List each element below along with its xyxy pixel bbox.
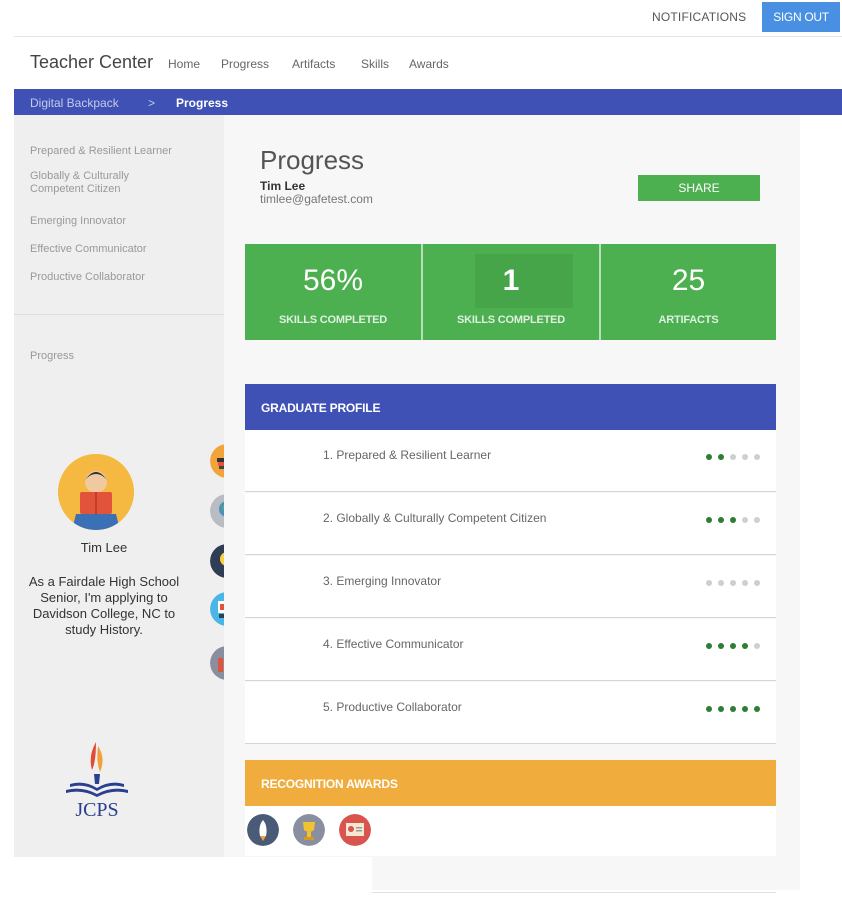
level-dots [706, 454, 760, 460]
list-item[interactable]: 2. Globally & Culturally Competent Citiz… [245, 493, 776, 555]
sidebar-item-prepared[interactable]: Prepared & Resilient Learner [30, 145, 200, 158]
sidebar-item-innovator[interactable]: Emerging Innovator [30, 215, 200, 228]
page-title: Progress [260, 145, 365, 175]
level-dot-filled [718, 643, 724, 649]
recognition-awards-header: RECOGNITION AWARDS [245, 760, 776, 806]
level-dots [706, 580, 760, 586]
breadcrumb [14, 89, 842, 115]
profile-item-label: 5. Productive Collaborator [323, 700, 462, 714]
level-dot-filled [730, 517, 736, 523]
level-dot-filled [730, 643, 736, 649]
level-dot-filled [706, 706, 712, 712]
sign-out-button[interactable]: SIGN OUT [762, 2, 840, 32]
nav-home[interactable]: Home [168, 57, 200, 71]
page-background [0, 857, 372, 921]
breadcrumb-current: Progress [176, 96, 229, 110]
stat-value: 56% [302, 264, 364, 297]
student-name: Tim Lee [80, 540, 128, 555]
nav-progress[interactable]: Progress [221, 57, 269, 71]
level-dot-empty [754, 454, 760, 460]
profile-item-label: 4. Effective Communicator [323, 637, 464, 651]
level-dot-filled [718, 706, 724, 712]
nav-awards[interactable]: Awards [409, 57, 449, 71]
list-item[interactable]: 3. Emerging Innovator [245, 556, 776, 618]
level-dots [706, 643, 760, 649]
rocket-award-icon[interactable] [247, 814, 279, 846]
share-button[interactable]: SHARE [638, 175, 760, 201]
level-dot-filled [706, 517, 712, 523]
logo-text: JCPS [75, 799, 118, 820]
level-dot-empty [718, 580, 724, 586]
stat-skills-percent: 56% SKILLS COMPLETED [245, 244, 421, 340]
level-dot-filled [754, 706, 760, 712]
stat-label: ARTIFACTS [658, 314, 719, 326]
level-dot-empty [754, 580, 760, 586]
stats-panel: 56% SKILLS COMPLETED 1 SKILLS COMPLETED … [245, 244, 776, 340]
level-dot-empty [706, 580, 712, 586]
certificate-award-icon[interactable] [339, 814, 371, 846]
level-dot-filled [706, 643, 712, 649]
list-item[interactable]: 5. Productive Collaborator [245, 682, 776, 744]
sidebar-item-communicator[interactable]: Effective Communicator [30, 243, 200, 256]
level-dot-empty [730, 454, 736, 460]
level-dots [706, 517, 760, 523]
jcps-logo: JCPS [62, 740, 132, 821]
profile-email: timlee@gafetest.com [260, 192, 373, 206]
level-dot-empty [742, 580, 748, 586]
profile-item-label: 2. Globally & Culturally Competent Citiz… [323, 511, 547, 525]
level-dot-empty [742, 517, 748, 523]
profile-item-label: 1. Prepared & Resilient Learner [323, 448, 492, 462]
profile-name: Tim Lee [260, 179, 306, 193]
notifications-link[interactable]: NOTIFICATIONS [652, 10, 746, 24]
sidebar-item-progress[interactable]: Progress [30, 350, 200, 363]
nav-artifacts[interactable]: Artifacts [292, 57, 335, 71]
stat-label: SKILLS COMPLETED [456, 314, 566, 326]
level-dot-filled [742, 706, 748, 712]
level-dot-empty [742, 454, 748, 460]
avatar [58, 454, 134, 530]
list-item[interactable]: 4. Effective Communicator [245, 619, 776, 681]
breadcrumb-root[interactable]: Digital Backpack [30, 96, 119, 110]
breadcrumb-separator: > [148, 96, 156, 110]
level-dots [706, 706, 760, 712]
student-bio: As a Fairdale High School Senior, I'm ap… [28, 574, 180, 637]
level-dot-empty [754, 643, 760, 649]
trophy-award-icon[interactable] [293, 814, 325, 846]
level-dot-empty [754, 517, 760, 523]
level-dot-filled [718, 454, 724, 460]
stat-skills-count: 1 SKILLS COMPLETED [423, 244, 599, 340]
list-item[interactable]: 1. Prepared & Resilient Learner [245, 430, 776, 492]
level-dot-empty [730, 580, 736, 586]
divider [14, 36, 842, 37]
level-dot-filled [742, 643, 748, 649]
profile-item-label: 3. Emerging Innovator [323, 574, 442, 588]
stat-value: 1 [502, 264, 520, 297]
sidebar-item-collaborator[interactable]: Productive Collaborator [30, 271, 200, 284]
level-dot-filled [706, 454, 712, 460]
stat-value: 25 [671, 264, 706, 297]
divider [372, 892, 776, 893]
brand-title[interactable]: Teacher Center [30, 52, 153, 73]
stat-label: SKILLS COMPLETED [278, 314, 388, 326]
level-dot-filled [718, 517, 724, 523]
level-dot-filled [730, 706, 736, 712]
stat-artifacts: 25 ARTIFACTS [601, 244, 776, 340]
nav-skills[interactable]: Skills [361, 57, 389, 71]
sidebar-divider [14, 314, 224, 315]
sidebar-item-global[interactable]: Globally & Culturally Competent Citizen [30, 170, 160, 196]
graduate-profile-header: GRADUATE PROFILE [245, 384, 776, 430]
